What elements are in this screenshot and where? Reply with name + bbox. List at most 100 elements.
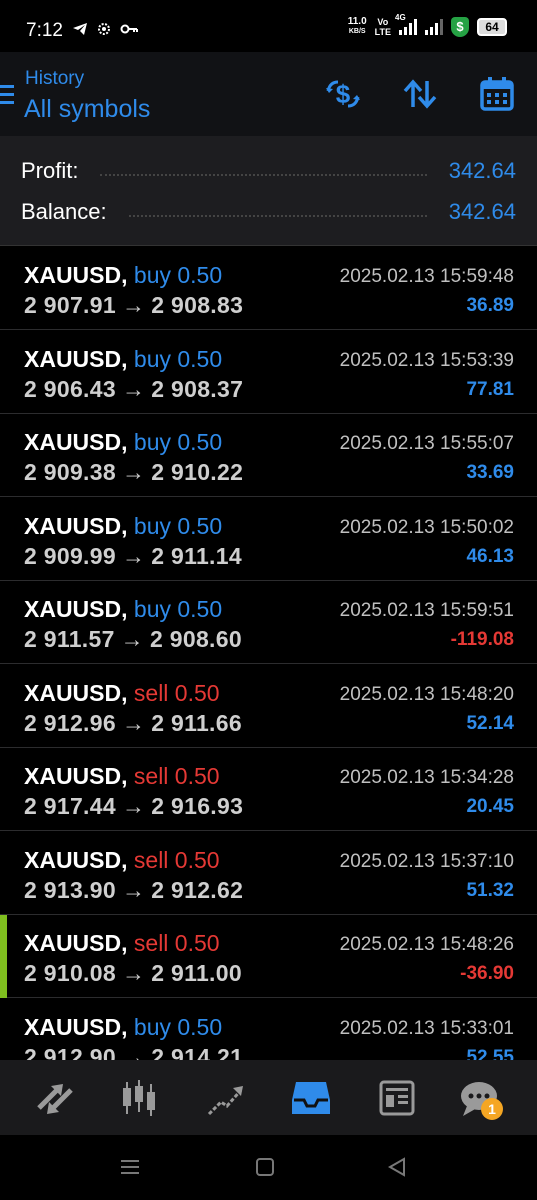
bottom-nav: 1 [0,1060,537,1135]
arrow-right-icon: → [121,1043,146,1061]
trade-history-list[interactable]: XAUUSD, buy 0.50 2 907.91 → 2 908.83 2025.02… [0,247,537,1060]
trade-prices: 2 912.96 → 2 911.66 [24,710,242,737]
trade-symbol: XAUUSD, [24,512,128,539]
battery-icon: 64 [477,18,507,36]
chart-icon [123,1080,155,1116]
network-type: 4G [395,13,406,22]
trade-profit: 46.13 [466,545,514,567]
close-price: 2 911.00 [151,960,242,986]
trade-symbol: XAUUSD, [24,262,128,288]
trade-side-volume: buy 0.50 [133,429,223,455]
nav-quotes[interactable] [33,1078,77,1118]
network-speed-value: 11.0 [347,16,367,27]
lte-label: LTE [374,27,391,37]
nav-chart[interactable] [117,1078,161,1118]
trade-prices: 2 910.08 → 2 911.00 [24,960,242,987]
trade-row[interactable]: XAUUSD, sell 0.50 2 912.96 → 2 911.66 2025.0… [0,665,537,748]
arrow-right-icon: → [121,709,146,736]
open-price: 2 907.91 [24,292,116,318]
status-bar: 7:12 11.0 KB/S Vo LTE 4G $ 64 [0,0,537,52]
recents-button[interactable] [118,1155,142,1179]
trade-profit: -119.08 [450,629,514,650]
trade-time: 2025.02.13 15:59:48 [339,266,514,287]
open-price: 2 913.90 [24,876,116,903]
back-button[interactable] [385,1155,409,1179]
trade-row[interactable]: XAUUSD, buy 0.50 2 909.38 → 2 910.22 2025.02… [0,414,537,497]
close-price: 2 911.66 [151,709,242,736]
profit-row: Profit: 342.64 [21,156,516,186]
open-price: 2 917.44 [24,793,116,819]
arrow-right-icon: → [121,375,146,402]
signal-icon-2 [425,19,443,35]
trade-prices: 2 917.44 → 2 916.93 [24,793,243,820]
trade-row[interactable]: XAUUSD, buy 0.50 2 907.91 → 2 908.83 2025.02… [0,247,537,330]
trade-prices: 2 911.57 → 2 908.60 [24,626,242,653]
trade-profit: 20.45 [466,796,514,817]
profit-label: Profit: [21,158,79,183]
menu-icon[interactable] [0,85,14,109]
trade-profit: 36.89 [466,295,514,316]
network-speed-unit: KB/S [348,28,366,35]
trade-symbol-line: XAUUSD, buy 0.50 [24,596,222,623]
nav-history[interactable] [289,1078,333,1118]
deposit-filter-button[interactable]: $ [323,74,363,114]
close-price: 2 912.62 [151,876,244,903]
open-price: 2 912.96 [24,709,116,736]
open-price: 2 910.08 [24,960,116,986]
home-icon [256,1158,274,1176]
trade-symbol-line: XAUUSD, buy 0.50 [24,429,222,456]
trade-prices: 2 909.38 → 2 910.22 [24,459,243,486]
news-icon [379,1080,415,1116]
symbol-filter[interactable]: All symbols [24,95,150,124]
trade-row[interactable]: XAUUSD, buy 0.50 2 909.99 → 2 911.14 2025.02… [0,498,537,581]
trade-time: 2025.02.13 15:59:51 [339,600,514,621]
trade-prices: 2 909.99 → 2 911.14 [24,543,242,570]
calendar-icon [480,77,514,111]
telegram-icon [73,23,87,35]
trade-symbol-line: XAUUSD, sell 0.50 [24,680,220,707]
gear-icon [98,23,110,35]
nav-news[interactable] [375,1078,419,1118]
key-icon [120,24,138,34]
dollar-exchange-icon: $ [326,79,360,109]
trade-symbol-line: XAUUSD, sell 0.50 [24,930,220,957]
sort-button[interactable] [400,74,440,114]
trade-row[interactable]: XAUUSD, buy 0.50 2 906.43 → 2 908.37 2025.02… [0,331,537,414]
nav-trade[interactable] [203,1078,247,1118]
close-price: 2 910.22 [151,459,244,485]
header-subtitle: History [25,68,85,89]
trade-row[interactable]: XAUUSD, buy 0.50 2 912.90 → 2 914.21 2025.02… [0,999,537,1061]
nav-chat[interactable]: 1 [457,1078,503,1120]
trade-prices: 2 907.91 → 2 908.83 [24,292,243,319]
trade-profit: 33.69 [466,462,514,483]
trade-side-volume: sell 0.50 [133,930,220,956]
trade-symbol-line: XAUUSD, buy 0.50 [24,262,222,289]
close-price: 2 911.14 [151,542,242,569]
trade-time: 2025.02.13 15:33:01 [339,1017,514,1039]
trade-prices: 2 913.90 → 2 912.62 [24,877,243,904]
trade-row[interactable]: XAUUSD, buy 0.50 2 911.57 → 2 908.60 2025.02… [0,581,537,664]
trade-icon [207,1086,243,1116]
balance-value: 342.64 [448,199,516,224]
trade-row[interactable]: XAUUSD, sell 0.50 2 910.08 → 2 911.00 2025.0… [0,915,537,998]
open-price: 2 912.90 [24,1043,116,1061]
trade-row[interactable]: XAUUSD, sell 0.50 2 917.44 → 2 916.93 2025.0… [0,748,537,831]
trade-time: 2025.02.13 15:48:26 [339,934,514,955]
chat-badge: 1 [481,1098,503,1120]
calendar-button[interactable] [477,74,517,114]
trade-symbol: XAUUSD, [24,345,128,372]
home-button[interactable] [253,1155,277,1179]
trade-row[interactable]: XAUUSD, sell 0.50 2 913.90 → 2 912.62 2025.0… [0,832,537,915]
trade-side-volume: buy 0.50 [133,512,223,539]
trade-symbol-line: XAUUSD, sell 0.50 [24,763,220,790]
profit-value: 342.64 [448,158,516,183]
open-price: 2 909.99 [24,542,116,569]
trade-side-volume: buy 0.50 [133,345,223,372]
dotted-leader [100,174,427,176]
sort-icon [403,79,437,109]
trade-symbol: XAUUSD, [24,429,128,455]
trade-symbol: XAUUSD, [24,763,128,789]
trade-symbol: XAUUSD, [24,846,128,873]
open-price: 2 911.57 [24,626,115,652]
trade-symbol: XAUUSD, [24,679,128,706]
